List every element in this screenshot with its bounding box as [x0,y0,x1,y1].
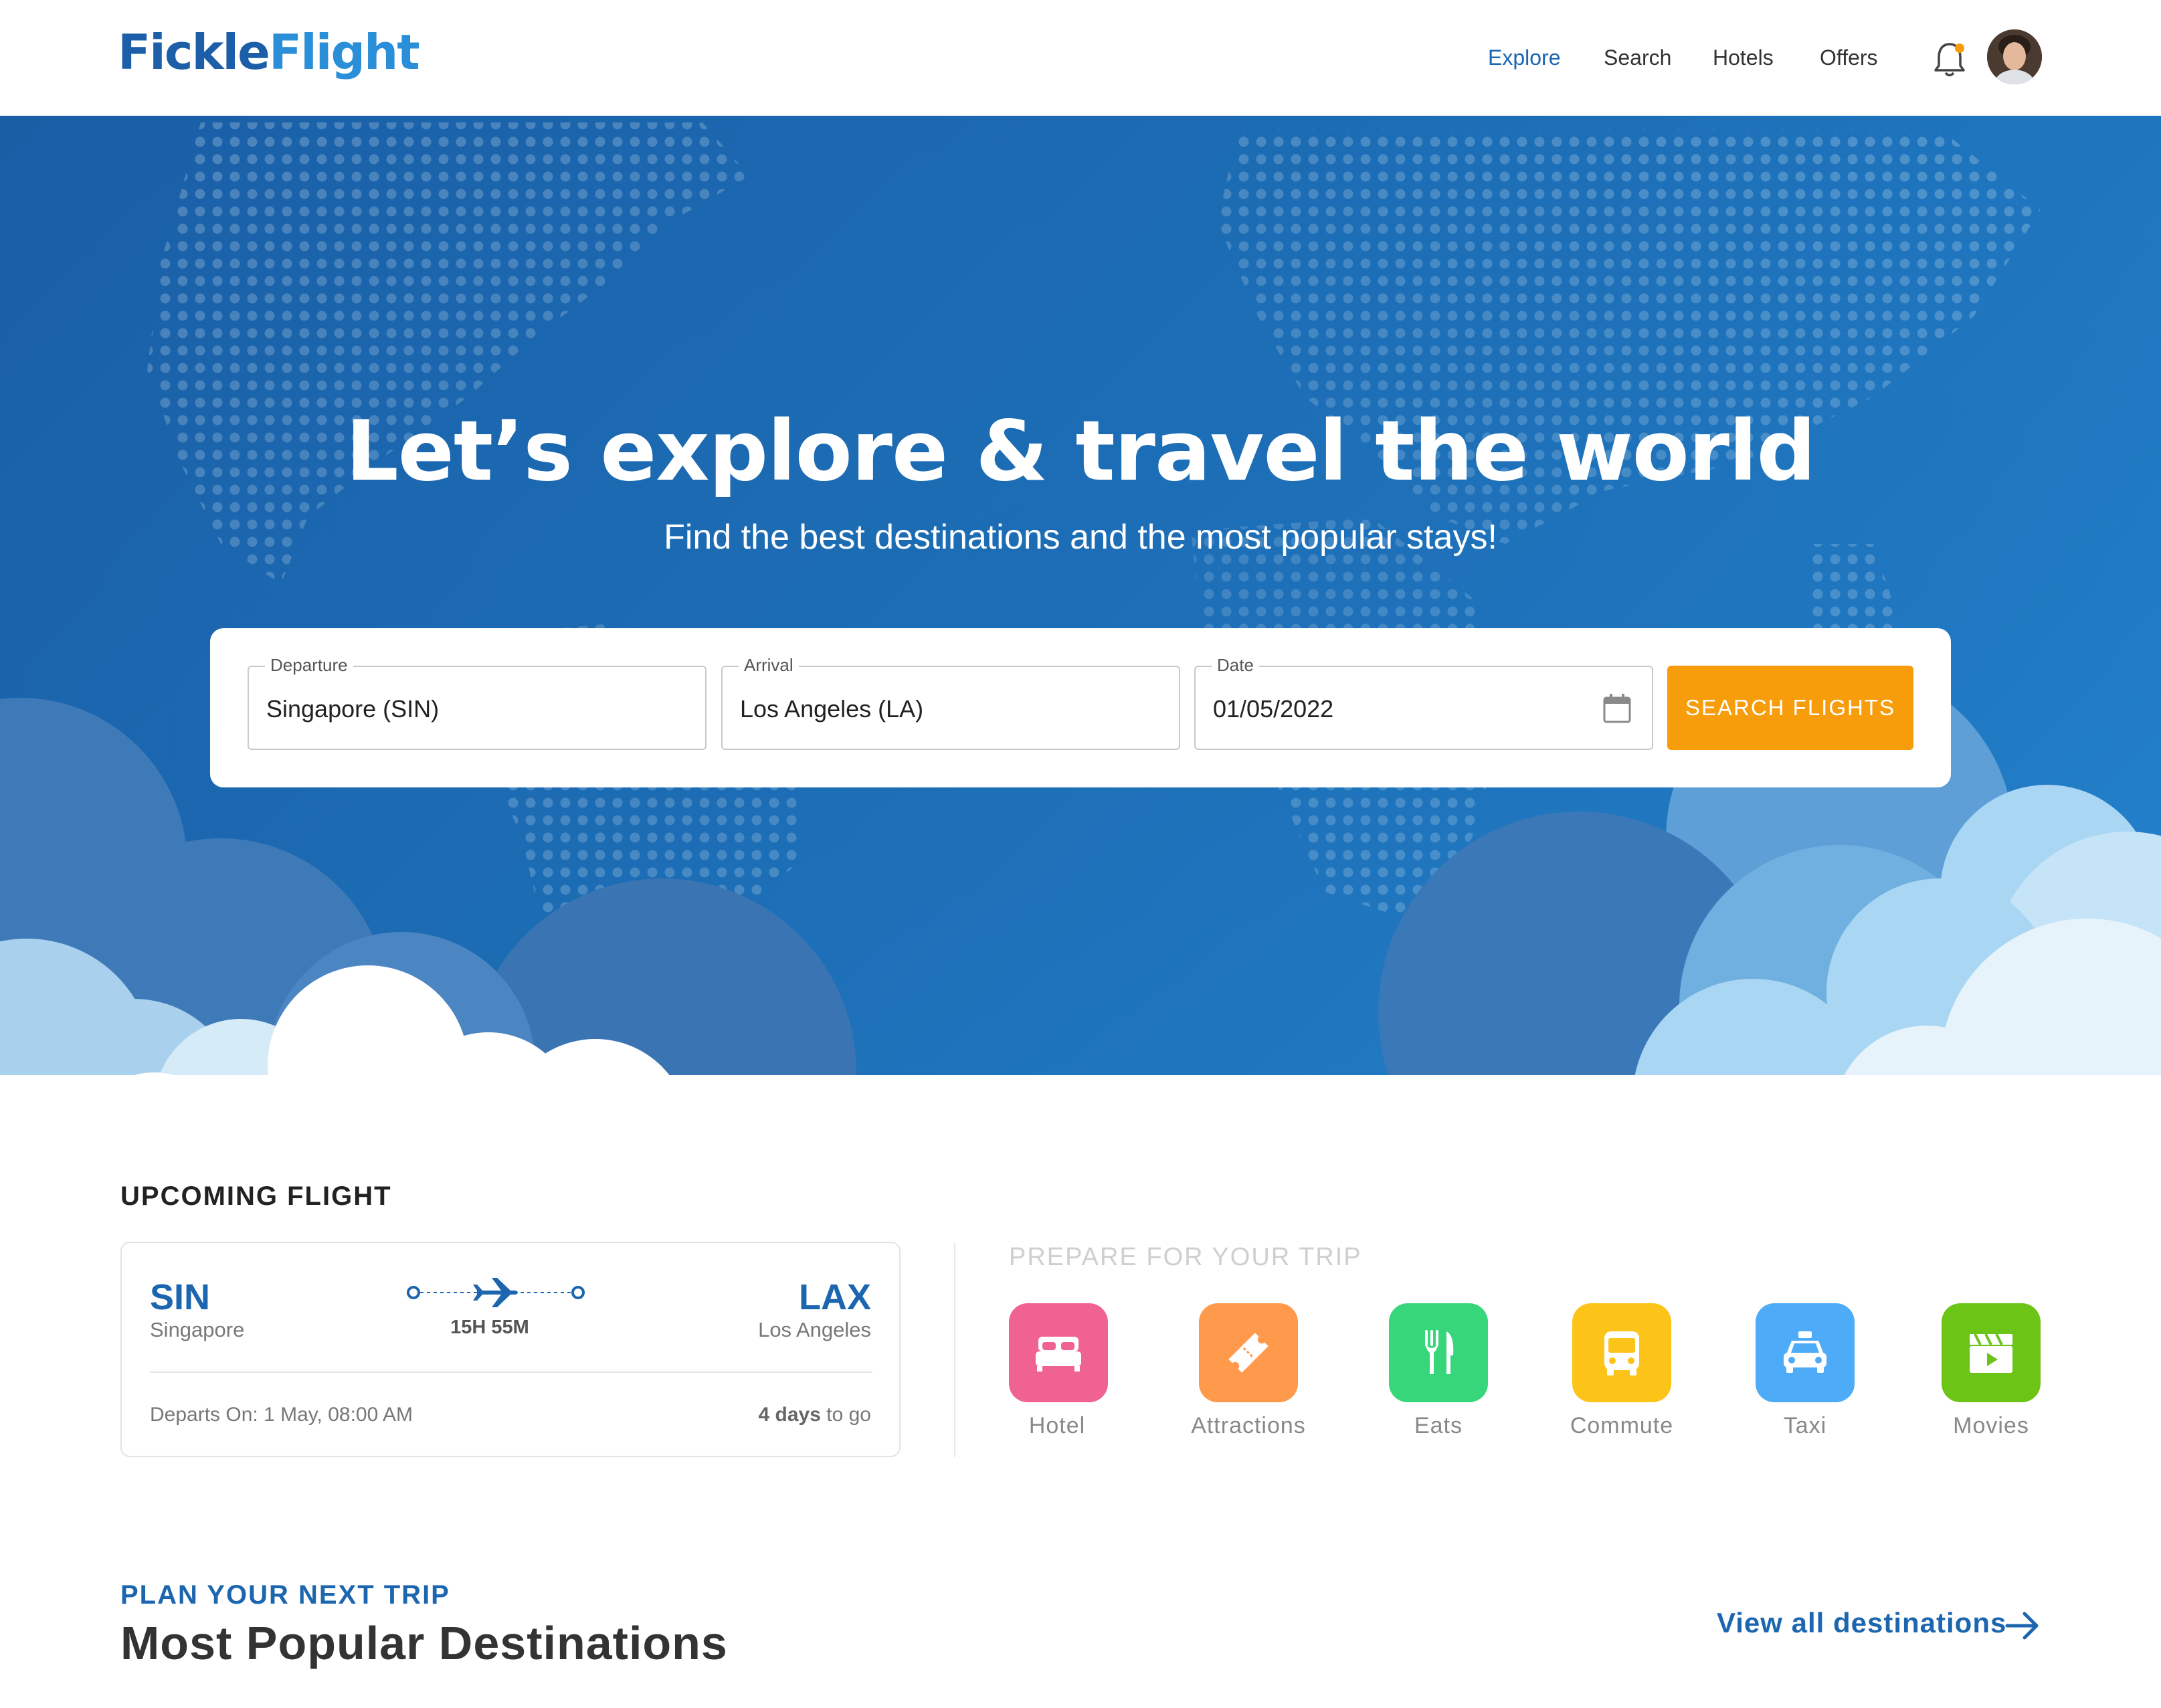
avatar[interactable] [1987,29,2042,84]
date-value[interactable]: 01/05/2022 [1213,695,1333,723]
eats-tile[interactable] [1389,1303,1488,1402]
top-navbar: FickleFlight Explore Search Hotels Offer… [0,0,2161,116]
departure-value[interactable]: Singapore (SIN) [266,695,439,723]
days-suffix: to go [820,1404,871,1426]
hero-background [0,116,2161,1075]
destination-code: LAX [799,1277,871,1317]
plan-trip-eyebrow: PLAN YOUR NEXT TRIP [120,1580,450,1610]
clapperboard-icon [1970,1333,2012,1373]
origin-code: SIN [150,1277,211,1317]
flight-duration: 15H 55M [450,1317,529,1338]
date-field[interactable]: Date 01/05/2022 [1194,655,1653,750]
arrival-value[interactable]: Los Angeles (LA) [740,695,923,723]
bed-icon [1036,1337,1081,1371]
hero-title: Let’s explore & travel the world [345,403,1816,500]
arrival-label: Arrival [739,655,799,676]
section-divider [954,1243,955,1457]
cutlery-icon [1425,1330,1454,1374]
eats-label[interactable]: Eats [1351,1413,1525,1439]
logo-text-fickle: Fickle [118,24,270,80]
taxi-icon [1784,1331,1826,1373]
card-divider [150,1371,872,1373]
calendar-icon[interactable] [1602,692,1632,725]
logo-text-flight: Flight [268,24,420,80]
hero-banner: Let’s explore & travel the world Find th… [0,116,2161,1075]
notification-dot [1955,43,1964,53]
attractions-label[interactable]: Attractions [1161,1413,1335,1439]
attractions-tile[interactable] [1199,1303,1298,1402]
departure-label: Departure [265,655,353,676]
origin-city: Singapore [150,1318,245,1341]
logo[interactable]: FickleFlight [118,24,420,80]
upcoming-flight-card[interactable]: SIN Singapore 15H 55M LAX Los Angeles De… [120,1242,901,1457]
nav-hotels[interactable]: Hotels [1713,45,1774,70]
days-count: 4 days [758,1404,821,1426]
nav-offers[interactable]: Offers [1820,45,1878,70]
taxi-label[interactable]: Taxi [1718,1413,1892,1439]
bus-icon [1604,1331,1639,1375]
flight-route-icon [407,1278,585,1307]
date-label: Date [1212,655,1259,676]
movies-label[interactable]: Movies [1904,1413,2078,1439]
taxi-tile[interactable] [1756,1303,1855,1402]
flight-search-form: Departure Singapore (SIN) Arrival Los An… [210,628,1951,787]
departure-time: Departs On: 1 May, 08:00 AM [150,1404,413,1426]
destination-city: Los Angeles [758,1318,871,1341]
departure-field[interactable]: Departure Singapore (SIN) [248,655,707,750]
airplane-icon [473,1278,518,1307]
movies-tile[interactable] [1942,1303,2041,1402]
arrival-field[interactable]: Arrival Los Angeles (LA) [721,655,1180,750]
prepare-trip-heading: PREPARE FOR YOUR TRIP [1009,1243,1362,1271]
ticket-icon [1228,1333,1269,1373]
popular-destinations-title: Most Popular Destinations [120,1617,728,1669]
hotel-label[interactable]: Hotel [970,1413,1144,1439]
days-to-go: 4 days to go [759,1404,871,1426]
upcoming-flight-heading: UPCOMING FLIGHT [120,1181,392,1211]
commute-label[interactable]: Commute [1535,1413,1709,1439]
hotel-tile[interactable] [1009,1303,1108,1402]
view-all-destinations-link[interactable]: View all destinations [1717,1607,2006,1639]
nav-search[interactable]: Search [1604,45,1671,70]
nav-explore[interactable]: Explore [1488,45,1561,70]
search-flights-button[interactable]: SEARCH FLIGHTS [1667,666,1913,750]
arrow-right-icon[interactable] [2004,1610,2041,1642]
hero-subtitle: Find the best destinations and the most … [664,518,1497,557]
bell-icon[interactable] [1932,40,1967,79]
commute-tile[interactable] [1572,1303,1671,1402]
